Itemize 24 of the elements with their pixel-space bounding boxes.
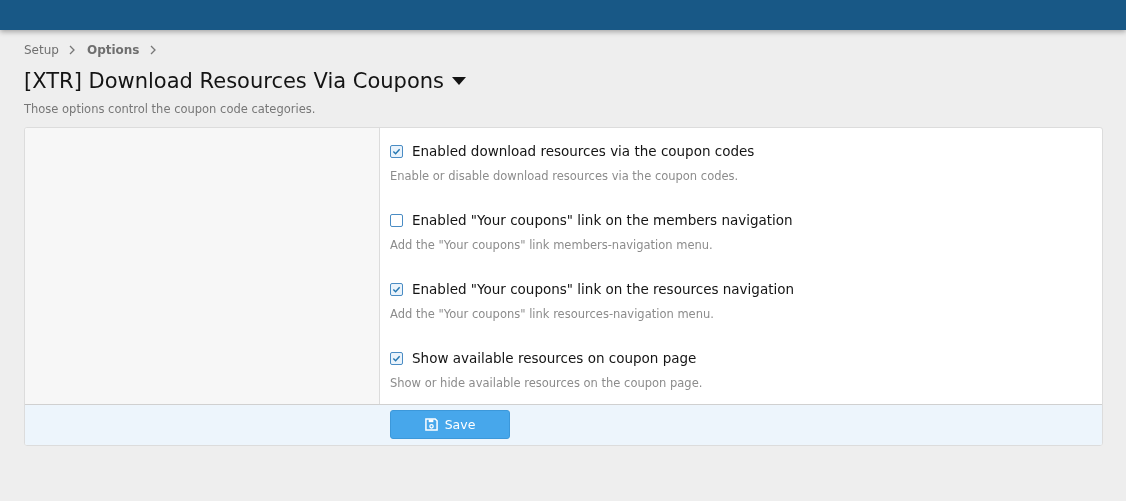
chevron-icon [68,45,75,55]
caret-icon[interactable] [452,77,466,85]
breadcrumb-link[interactable]: Setup [24,43,59,57]
page-description: Those options control the coupon code categories. [24,102,317,116]
chevron-icon [149,45,156,55]
option-label: Enabled "Your coupons" link on the members navigation [412,212,793,228]
check-icon [392,353,401,363]
option-hint: Show or hide available resources on the coupon page. [390,376,704,390]
option-label: Enabled download resources via the coupon codes [412,143,755,159]
option-label: Show available resources on coupon page [412,350,697,366]
option-hint: Enable or disable download resources via the coupon codes. [390,169,740,183]
checkbox[interactable] [390,213,403,227]
checkbox[interactable] [390,144,403,158]
save-icon [424,418,438,431]
option-hint: Add the "Your coupons" link resources-navigation menu. [390,307,715,321]
checkbox[interactable] [390,351,403,365]
option-hint: Add the "Your coupons" link members-navigation menu. [390,238,714,252]
option-label: Enabled "Your coupons" link on the resources navigation [412,281,795,297]
check-icon [392,284,401,294]
page-title: [XTR] Download Resources Via Coupons [24,69,444,93]
save-button[interactable]: Save [390,410,510,439]
checkbox[interactable] [390,282,403,296]
check-icon [392,146,401,156]
breadcrumb-link[interactable]: Options [86,43,140,57]
